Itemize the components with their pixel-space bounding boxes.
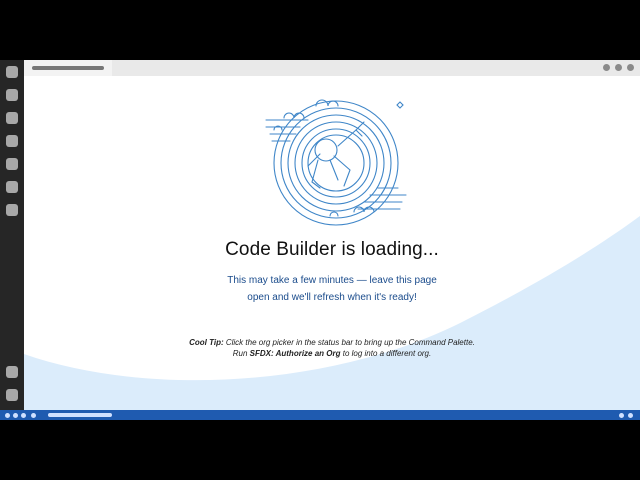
editor-tab-active[interactable] [24,60,112,76]
layout-icon[interactable] [615,64,622,71]
loading-subtitle-line-2: open and we'll refresh when it's ready! [247,292,417,303]
run-debug-icon[interactable] [6,135,18,147]
notifications-icon[interactable] [628,412,633,418]
testing-icon[interactable] [6,181,18,193]
more-actions-icon[interactable] [627,64,634,71]
loading-subtitle-line-1: This may take a few minutes — leave this… [227,275,437,286]
authorize-org-command: SFDX: Authorize an Org [249,349,341,358]
search-icon[interactable] [6,89,18,101]
astro-swirl-illustration [265,99,407,226]
org-browser-icon[interactable] [6,204,18,216]
source-control-icon[interactable] [6,112,18,124]
letterbox-bottom [0,420,640,480]
split-editor-icon[interactable] [603,64,610,71]
org-picker[interactable] [48,413,112,417]
remote-indicator-icon[interactable] [5,412,10,418]
activity-bar [0,60,24,410]
settings-gear-icon[interactable] [6,389,18,401]
loading-title: Code Builder is loading... [225,239,439,260]
cool-tip-run-prefix: Run [232,349,250,358]
cool-tip-run-suffix: to log into a different org. [340,349,432,358]
cool-tip-label: Cool Tip: [189,338,224,347]
tab-actions [603,64,634,71]
status-bar [0,410,640,420]
editor-tab-bar [24,60,640,76]
status-icon-2[interactable] [13,412,18,418]
cool-tip-text: Click the org picker in the status bar t… [223,338,475,347]
feedback-icon[interactable] [619,412,624,418]
tab-title-placeholder [32,66,104,70]
status-icon-4[interactable] [31,412,36,418]
extensions-icon[interactable] [6,158,18,170]
cool-tip-line-2: Run SFDX: Authorize an Org to log into a… [24,349,640,358]
explorer-icon[interactable] [6,66,18,78]
letterbox-top [0,0,640,60]
account-icon[interactable] [6,366,18,378]
status-icon-3[interactable] [21,412,26,418]
cool-tip-line-1: Cool Tip: Click the org picker in the st… [24,338,640,347]
loading-panel: Code Builder is loading... This may take… [24,76,640,410]
